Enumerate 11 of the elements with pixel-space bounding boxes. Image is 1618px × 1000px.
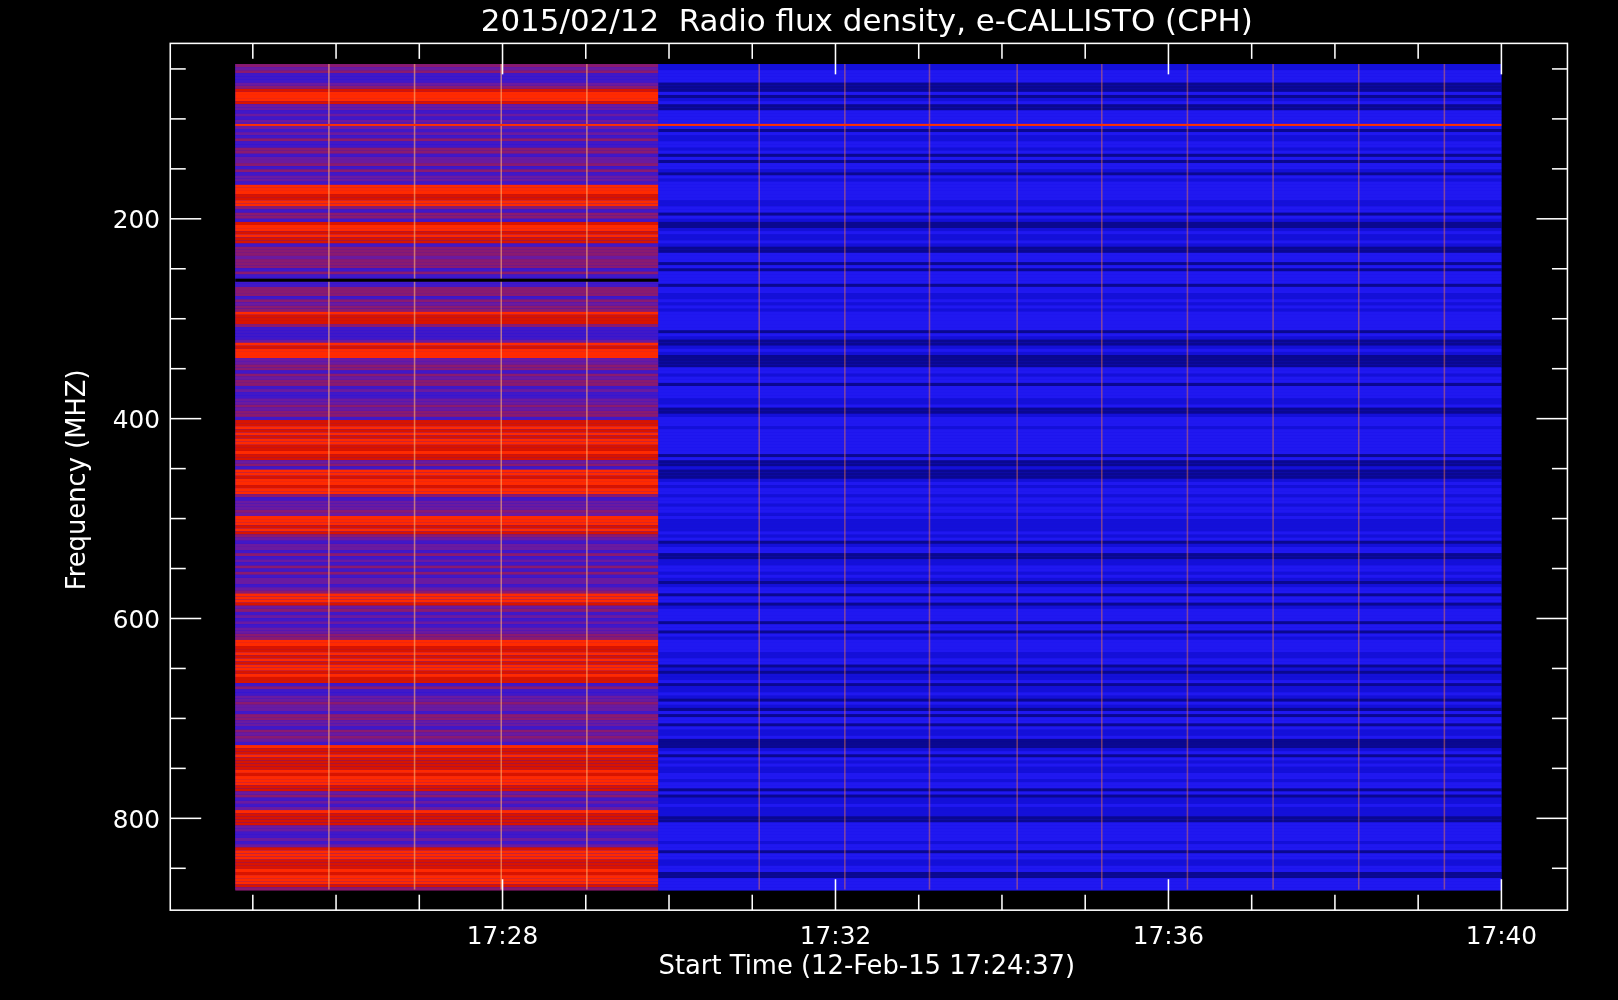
y-axis-label: Frequency (MHZ) bbox=[60, 369, 91, 591]
x-tick-label: 17:40 bbox=[1465, 921, 1538, 951]
y-tick-label: 800 bbox=[112, 804, 160, 834]
x-tick-label: 17:36 bbox=[1132, 921, 1205, 951]
chart-title: 2015/02/12 Radio flux density, e-CALLISTO (CPH) bbox=[480, 2, 1253, 38]
y-tick-label: 200 bbox=[112, 205, 160, 235]
y-tick-label: 400 bbox=[112, 404, 160, 434]
x-axis-label: Start Time (12-Feb-15 17:24:37) bbox=[658, 950, 1075, 981]
x-tick-label: 17:28 bbox=[466, 921, 539, 951]
x-tick-label: 17:32 bbox=[799, 921, 872, 951]
y-tick-label: 600 bbox=[112, 604, 160, 634]
